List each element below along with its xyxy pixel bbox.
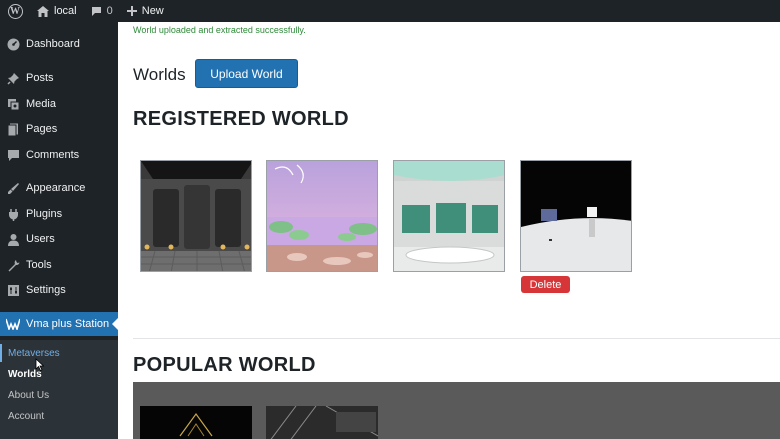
sidebar-item-dashboard[interactable]: Dashboard <box>0 32 118 56</box>
world-thumbnail[interactable] <box>393 160 505 272</box>
sidebar-item-label: Dashboard <box>26 38 80 50</box>
world-thumbnail[interactable] <box>140 406 252 439</box>
wrench-icon <box>6 258 20 272</box>
user-icon <box>6 232 20 246</box>
settings-icon <box>6 283 20 297</box>
wordpress-logo-icon[interactable]: W <box>0 0 30 22</box>
new-content-link[interactable]: New <box>120 0 171 22</box>
pages-icon <box>6 122 20 136</box>
comments-link[interactable]: 0 <box>84 0 120 22</box>
sidebar-item-plugins[interactable]: Plugins <box>0 202 118 226</box>
brush-icon <box>6 181 20 195</box>
main-content: World uploaded and extracted successfull… <box>118 22 780 439</box>
dashboard-icon <box>6 37 20 51</box>
plugin-icon <box>6 207 20 221</box>
admin-bar: W local 0 New <box>0 0 780 22</box>
sidebar-item-label: Vma plus Station <box>26 318 110 330</box>
submenu-item-metaverses[interactable]: Metaverses <box>8 348 60 359</box>
sidebar-item-media[interactable]: Media <box>0 92 118 116</box>
upload-world-button[interactable]: Upload World <box>195 59 298 88</box>
popular-world-heading: POPULAR WORLD <box>133 354 316 376</box>
sidebar-item-settings[interactable]: Settings <box>0 278 118 302</box>
comment-icon <box>6 148 20 162</box>
submenu-item-account[interactable]: Account <box>8 411 44 422</box>
vma-icon <box>6 317 20 331</box>
world-thumbnail[interactable] <box>266 160 378 272</box>
sidebar-item-appearance[interactable]: Appearance <box>0 176 118 200</box>
sidebar-item-posts[interactable]: Posts <box>0 66 118 90</box>
registered-world-heading: REGISTERED WORLD <box>133 108 349 130</box>
sidebar-item-label: Appearance <box>26 182 86 194</box>
sidebar-item-label: Comments <box>26 149 80 161</box>
world-thumbnail[interactable] <box>140 160 252 272</box>
world-thumbnail[interactable] <box>266 405 379 439</box>
page-title: Worlds <box>133 65 186 84</box>
vma-submenu: Metaverses Worlds About Us Account <box>0 340 118 439</box>
media-icon <box>6 97 20 111</box>
home-icon <box>37 5 49 17</box>
site-name: local <box>54 5 77 17</box>
popular-world-panel <box>133 382 780 439</box>
sidebar-item-label: Tools <box>26 259 52 271</box>
world-thumbnail[interactable] <box>520 160 632 272</box>
sidebar-item-label: Posts <box>26 72 54 84</box>
new-label: New <box>141 5 164 17</box>
sidebar-item-users[interactable]: Users <box>0 227 118 251</box>
sidebar-item-label: Pages <box>26 123 58 135</box>
sidebar-item-pages[interactable]: Pages <box>0 117 118 141</box>
plus-icon <box>126 6 137 16</box>
comment-icon <box>91 6 101 16</box>
sidebar-item-label: Media <box>26 98 56 110</box>
site-name-link[interactable]: local <box>30 0 84 22</box>
sidebar-item-label: Users <box>26 233 55 245</box>
mouse-cursor-icon <box>35 358 44 371</box>
sidebar-item-comments[interactable]: Comments <box>0 143 118 167</box>
sidebar-item-vma-plus-station[interactable]: Vma plus Station <box>0 312 118 336</box>
admin-sidebar: Dashboard Posts Media Pages Comments App… <box>0 22 118 439</box>
comments-count: 0 <box>106 5 113 17</box>
submenu-item-about-us[interactable]: About Us <box>8 390 49 401</box>
success-notice: World uploaded and extracted successfull… <box>133 25 306 35</box>
sidebar-item-label: Plugins <box>26 208 63 220</box>
current-indicator <box>0 344 2 362</box>
sidebar-item-label: Settings <box>26 284 66 296</box>
section-divider <box>133 338 780 339</box>
sidebar-item-tools[interactable]: Tools <box>0 253 118 277</box>
delete-world-button[interactable]: Delete <box>521 276 570 293</box>
pin-icon <box>6 71 20 85</box>
